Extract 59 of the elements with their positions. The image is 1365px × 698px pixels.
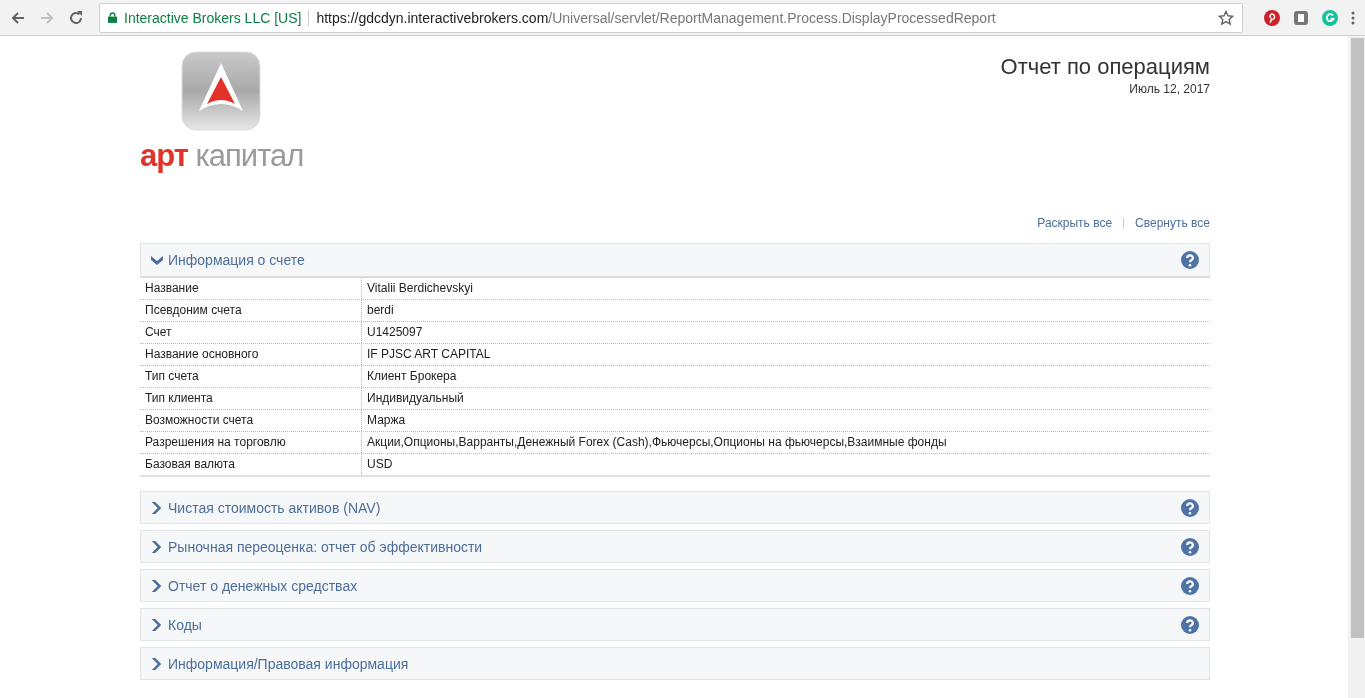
table-cell-text: Маржа [366,412,407,429]
chevron-right-icon [151,657,163,670]
help-icon[interactable] [1181,615,1199,634]
chevron-right-icon [151,579,163,592]
section-title: Отчет о денежных средствах [168,577,358,594]
menu-icon[interactable] [1351,9,1355,26]
scrollbar[interactable] [1348,36,1365,698]
star-icon[interactable] [1218,9,1234,26]
site-identity: Interactive Brokers LLC [US] [124,9,302,26]
pin-extension-icon[interactable] [1264,9,1280,26]
back-icon[interactable] [10,9,26,26]
table-cell: Псевдоним счета [140,300,362,321]
table-cell-text: IF PJSC ART CAPITAL [366,346,492,363]
url-text: https://gdcdyn.interactivebrokers.com/Universal/servlet/ReportManagement.Process.DisplayProcessedReport [316,9,997,26]
table-cell: Разрешения на торговлю [140,432,362,453]
table-cell: Счет [140,322,362,343]
help-icon[interactable] [1181,576,1199,595]
chevron-right-icon [151,501,163,514]
report-title: Отчет по операциям [1000,54,1210,80]
section-header[interactable]: Рыночная переоценка: отчет об эффективности [140,530,1210,563]
collapse-link[interactable]: Свернуть все [1135,216,1210,230]
scrollbar-thumb[interactable] [1351,38,1364,638]
section-header[interactable]: Отчет о денежных средствах [140,569,1210,602]
table-cell-text: Vitalii Berdichevskyi [366,280,474,297]
table-cell-text: Клиент Брокера [366,368,458,385]
lock-icon [108,12,117,23]
address-bar[interactable]: Interactive Brokers LLC [US] https://gdcdyn.interactivebrokers.com/Universal/servlet/ReportManagement.Process.DisplayProcessedReport [99,2,1243,33]
table-cell-text: Индивидуальный [366,390,465,407]
table-cell: Название основного [140,344,362,365]
table-cell: Название [140,278,362,299]
section-title: Информация о счете [168,252,305,268]
section-title: Рыночная переоценка: отчет об эффективности [168,538,483,555]
section-header[interactable]: Коды [140,608,1210,641]
help-icon[interactable] [1181,498,1199,517]
table-cell: Тип клиента [140,388,362,409]
logo-icon [181,51,261,131]
square-extension-icon[interactable] [1293,9,1309,26]
help-icon[interactable] [1181,251,1199,269]
table-cell: Возможности счета [140,410,362,431]
report-date: Июль 12, 2017 [1128,82,1210,96]
section-header[interactable]: Информация/Правовая информация [140,647,1210,680]
section-title: Информация/Правовая информация [168,655,409,672]
chevron-down-icon [151,254,163,266]
table-cell-text: U1425097 [366,324,424,341]
reload-icon[interactable] [68,9,84,26]
table-cell: Тип счета [140,366,362,387]
table-cell-text: berdi [366,302,395,319]
section-title: Чистая стоимость активов (NAV) [168,499,381,516]
chevron-right-icon [151,540,163,553]
expand-link[interactable]: Раскрыть все [1037,216,1113,230]
section-header[interactable]: Информация о счете [140,243,1210,278]
logo-text: арт капитал [140,140,304,171]
table-cell-text: USD [366,456,394,473]
help-icon[interactable] [1181,537,1199,556]
section-title: Коды [168,616,202,633]
section-header[interactable]: Чистая стоимость активов (NAV) [140,491,1210,524]
table-cell: Базовая валюта [140,454,362,475]
table-cell-text: Акции,Опционы,Варранты,Денежный Forex (Cash),Фьючерсы,Опционы на фьючерсы,Взаимные фонды [366,434,948,451]
chevron-right-icon [151,618,163,631]
